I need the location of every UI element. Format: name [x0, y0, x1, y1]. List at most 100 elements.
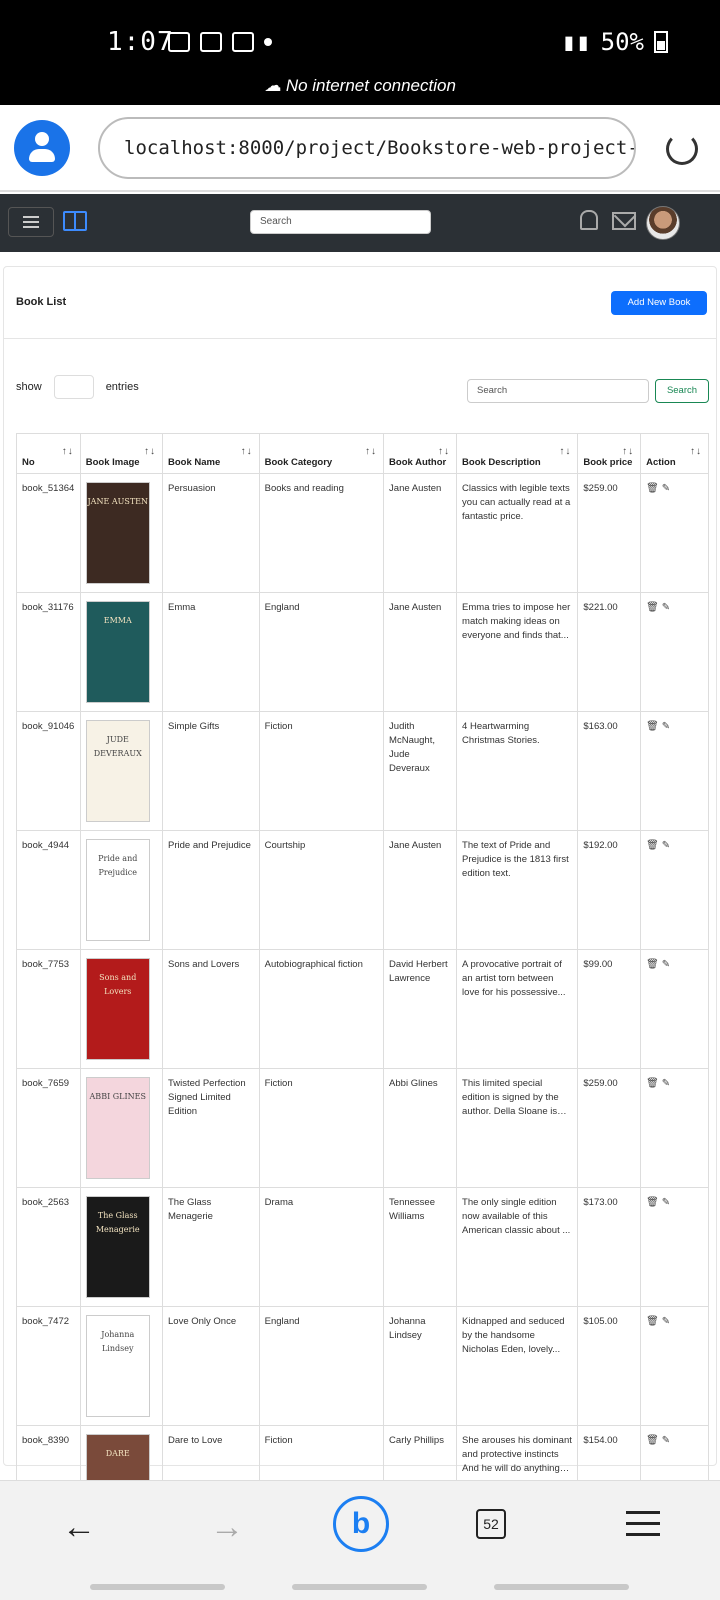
edit-pencil-icon[interactable]: ✎: [662, 1315, 670, 1329]
network-message: ☁ No internet connection: [0, 76, 720, 96]
description-text: Classics with legible texts you can actu…: [462, 483, 571, 522]
trash-icon[interactable]: 🗑: [646, 601, 659, 615]
sort-icon[interactable]: ↑↓: [62, 446, 74, 457]
add-new-book-button[interactable]: Add New Book: [611, 291, 707, 315]
sort-icon[interactable]: ↑↓: [365, 446, 377, 457]
edit-pencil-icon[interactable]: ✎: [662, 839, 670, 853]
navbar-search-input[interactable]: Search: [250, 210, 431, 234]
trash-icon[interactable]: 🗑: [646, 1434, 659, 1448]
cell-author: David Herbert Lawrence: [383, 949, 458, 1069]
cell-author: Jane Austen: [383, 592, 458, 712]
cell-category: Drama: [258, 1187, 385, 1307]
cell-action: 🗑 ✎: [640, 830, 709, 950]
header-price[interactable]: Book price ↑↓: [577, 433, 642, 474]
cover-text: Pride and Prejudice: [98, 854, 138, 877]
sort-icon[interactable]: ↑↓: [144, 446, 156, 457]
cover-text: The Glass Menagerie: [95, 1211, 140, 1234]
cell-no: book_51364: [16, 473, 81, 593]
book-cover-image: Johanna Lindsey: [85, 1315, 150, 1417]
back-arrow-icon[interactable]: ←: [62, 1508, 96, 1547]
cell-image: Sons and Lovers: [79, 949, 164, 1069]
cell-category: England: [258, 592, 385, 712]
sort-icon[interactable]: ↑↓: [559, 446, 571, 457]
sort-icon[interactable]: ↑↓: [622, 446, 634, 457]
tabs-button[interactable]: 52: [476, 1509, 506, 1539]
cell-price: $192.00: [577, 830, 642, 950]
address-bar[interactable]: localhost:8000/project/Bookstore-web-pro…: [98, 117, 636, 179]
header-category[interactable]: Book Category ↑↓: [258, 433, 385, 474]
bell-icon[interactable]: [580, 210, 598, 230]
edit-pencil-icon[interactable]: ✎: [662, 1196, 670, 1210]
cloud-off-icon: ☁: [264, 76, 286, 95]
cell-author: Judith McNaught, Jude Deveraux: [383, 711, 458, 831]
edit-pencil-icon[interactable]: ✎: [662, 720, 670, 734]
notification-icons: [168, 32, 272, 52]
cell-no: book_7753: [16, 949, 81, 1069]
cell-price: $163.00: [577, 711, 642, 831]
sort-icon[interactable]: ↑↓: [241, 446, 253, 457]
sidebar-toggle-button[interactable]: [8, 207, 54, 237]
forward-arrow-icon[interactable]: →: [210, 1508, 244, 1547]
avatar[interactable]: [646, 206, 680, 240]
trash-icon[interactable]: 🗑: [646, 482, 659, 496]
cell-no: book_91046: [16, 711, 81, 831]
description-text: Kidnapped and seduced by the handsome Ni…: [462, 1316, 565, 1355]
cell-price: $173.00: [577, 1187, 642, 1307]
cell-category: Autobiographical fiction: [258, 949, 385, 1069]
edit-pencil-icon[interactable]: ✎: [662, 1434, 670, 1448]
cell-action: 🗑 ✎: [640, 711, 709, 831]
table-row: book_51364 JANE AUSTEN Persuasion Books and…: [16, 473, 709, 593]
reload-icon[interactable]: [666, 133, 698, 165]
cover-text: Johanna Lindsey: [101, 1330, 135, 1353]
cell-name: Sons and Lovers: [162, 949, 260, 1069]
description-text: The only single edition now available of…: [462, 1197, 571, 1236]
table-row: book_7472 Johanna Lindsey Love Only Once En…: [16, 1306, 709, 1426]
edit-pencil-icon[interactable]: ✎: [662, 1077, 670, 1091]
edit-pencil-icon[interactable]: ✎: [662, 482, 670, 496]
book-logo-icon[interactable]: [63, 211, 87, 231]
bing-chat-icon[interactable]: b: [333, 1496, 389, 1552]
cell-action: 🗑 ✎: [640, 1068, 709, 1188]
book-table: No ↑↓ Book Image ↑↓ Book Name ↑↓ Book Categ…: [16, 433, 709, 1545]
header-name[interactable]: Book Name ↑↓: [162, 433, 260, 474]
browser-bottom-bar: ← → b 52: [0, 1480, 720, 1600]
table-search-input[interactable]: Search: [467, 379, 649, 403]
trash-icon[interactable]: 🗑: [646, 958, 659, 972]
entries-select[interactable]: [53, 375, 94, 399]
cell-image: Pride and Prejudice: [79, 830, 164, 950]
mail-icon[interactable]: [612, 212, 636, 230]
cell-category: England: [258, 1306, 385, 1426]
cover-text: EMMA: [103, 616, 132, 625]
gallery-icon: [168, 32, 190, 52]
cell-image: EMMA: [79, 592, 164, 712]
sort-icon[interactable]: ↑↓: [438, 446, 450, 457]
cover-text: DARE: [105, 1449, 130, 1458]
trash-icon[interactable]: 🗑: [646, 1315, 659, 1329]
trash-icon[interactable]: 🗑: [646, 1077, 659, 1091]
cell-action: 🗑 ✎: [640, 949, 709, 1069]
header-no[interactable]: No ↑↓: [16, 433, 81, 474]
profile-icon[interactable]: [14, 120, 70, 176]
header-description[interactable]: Book Description ↑↓: [456, 433, 579, 474]
trash-icon[interactable]: 🗑: [646, 1196, 659, 1210]
header-author[interactable]: Book Author ↑↓: [383, 433, 458, 474]
trash-icon[interactable]: 🗑: [646, 839, 659, 853]
sort-icon[interactable]: ↑↓: [690, 446, 702, 457]
table-row: book_91046 JUDE DEVERAUX Simple Gifts Ficti…: [16, 711, 709, 831]
cell-description: A provocative portrait of an artist torn…: [456, 949, 579, 1069]
edit-pencil-icon[interactable]: ✎: [662, 601, 670, 615]
menu-icon[interactable]: [626, 1511, 660, 1536]
cell-action: 🗑 ✎: [640, 1306, 709, 1426]
app-navbar: Search: [0, 194, 720, 252]
app-icon: [232, 32, 254, 52]
table-row: book_7753 Sons and Lovers Sons and Lovers A…: [16, 949, 709, 1069]
header-image[interactable]: Book Image ↑↓: [79, 433, 164, 474]
cover-text: JANE AUSTEN: [87, 497, 149, 506]
book-cover-image: JANE AUSTEN: [85, 482, 150, 584]
trash-icon[interactable]: 🗑: [646, 720, 659, 734]
cell-name: Simple Gifts: [162, 711, 260, 831]
clock: 1:07: [107, 27, 174, 57]
table-search-button[interactable]: Search: [655, 379, 709, 403]
header-action[interactable]: Action ↑↓: [640, 433, 709, 474]
edit-pencil-icon[interactable]: ✎: [662, 958, 670, 972]
